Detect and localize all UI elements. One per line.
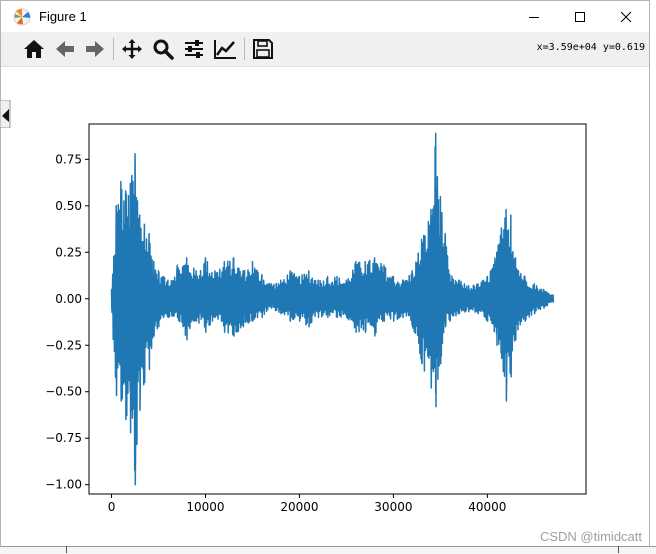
waveform-line xyxy=(110,132,555,486)
x-tick-label: 20000 xyxy=(280,500,318,514)
navigation-toolbar: x=3.59e+04 y=0.619 xyxy=(1,32,649,67)
maximize-icon xyxy=(575,11,585,22)
zoom-icon xyxy=(153,39,174,60)
x-tick-label: 40000 xyxy=(468,500,506,514)
back-button[interactable] xyxy=(52,36,78,62)
y-tick-label: 0.75 xyxy=(55,152,82,166)
home-icon xyxy=(24,40,44,58)
figure-canvas[interactable]: 0 10000 20000 30000 40000 −1.00 −0.75 −0.50 −0.2… xyxy=(1,67,649,547)
figure-window: Figure 1 x=3.59e+04 y=0.619 0 10000 2000… xyxy=(0,0,650,548)
matplotlib-logo-icon xyxy=(13,8,31,26)
cursor-coordinates: x=3.59e+04 y=0.619 xyxy=(536,42,645,53)
x-tick-label: 30000 xyxy=(374,500,412,514)
forward-arrow-icon xyxy=(86,41,104,57)
pan-button[interactable] xyxy=(119,36,145,62)
background-divider xyxy=(66,546,67,553)
x-tick-label: 0 xyxy=(108,500,116,514)
background-divider xyxy=(618,546,619,553)
y-tick-label: −0.75 xyxy=(45,431,82,445)
y-tick-label: 0.00 xyxy=(55,292,82,306)
toolbar-separator xyxy=(244,38,245,60)
subplots-config-button[interactable] xyxy=(181,36,207,62)
back-arrow-icon xyxy=(56,41,74,57)
home-button[interactable] xyxy=(21,36,47,62)
close-button[interactable] xyxy=(603,1,649,32)
pan-icon xyxy=(122,39,142,59)
watermark-text: CSDN @timidcatt xyxy=(539,529,642,544)
forward-button[interactable] xyxy=(82,36,108,62)
y-tick-label: −1.00 xyxy=(45,478,82,492)
y-tick-label: 0.50 xyxy=(55,199,82,213)
maximize-button[interactable] xyxy=(557,1,603,32)
window-title: Figure 1 xyxy=(39,9,87,24)
save-icon xyxy=(253,39,273,59)
minimize-icon xyxy=(529,16,539,18)
y-tick-label: −0.25 xyxy=(45,338,82,352)
plot-svg[interactable]: 0 10000 20000 30000 40000 −1.00 −0.75 −0.50 −0.2… xyxy=(1,67,649,547)
background-window-edge xyxy=(0,99,12,129)
subplots-config-icon xyxy=(185,40,203,58)
edit-axis-icon xyxy=(214,40,236,59)
save-button[interactable] xyxy=(250,36,276,62)
close-icon xyxy=(620,11,632,22)
minimize-button[interactable] xyxy=(511,1,557,32)
toolbar-separator xyxy=(113,38,114,60)
zoom-button[interactable] xyxy=(150,36,176,62)
edit-axis-button[interactable] xyxy=(212,36,238,62)
x-tick-label: 10000 xyxy=(186,500,224,514)
y-tick-label: 0.25 xyxy=(55,245,82,259)
y-tick-label: −0.50 xyxy=(45,385,82,399)
title-bar[interactable]: Figure 1 xyxy=(1,1,649,32)
